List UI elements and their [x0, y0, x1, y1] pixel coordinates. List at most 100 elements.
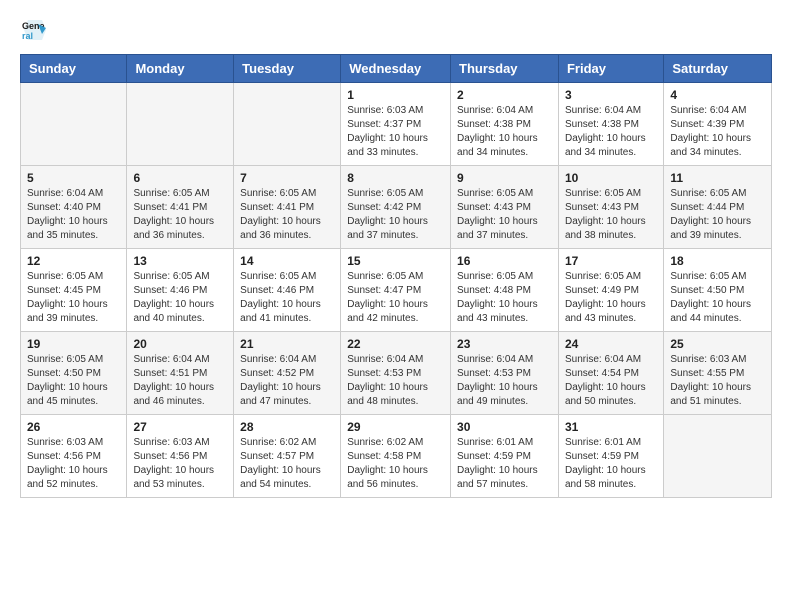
calendar-cell: 9 Sunrise: 6:05 AM Sunset: 4:43 PM Daylig…: [451, 166, 559, 249]
day-number: 17: [565, 254, 657, 268]
day-info: Sunrise: 6:05 AM Sunset: 4:50 PM Dayligh…: [670, 270, 765, 326]
calendar-cell: [127, 83, 234, 166]
day-header-wednesday: Wednesday: [341, 55, 451, 83]
day-number: 12: [27, 254, 120, 268]
calendar-cell: 4 Sunrise: 6:04 AM Sunset: 4:39 PM Daylig…: [664, 83, 772, 166]
calendar-cell: 1Sunrise: 6:03 AM Sunset: 4:37 PM Daylig…: [341, 83, 451, 166]
day-number: 26: [27, 420, 120, 434]
day-header-monday: Monday: [127, 55, 234, 83]
day-info: Sunrise: 6:05 AM Sunset: 4:48 PM Dayligh…: [457, 270, 552, 326]
week-row-4: 19 Sunrise: 6:05 AM Sunset: 4:50 PM Dayli…: [21, 332, 772, 415]
calendar-cell: 31 Sunrise: 6:01 AM Sunset: 4:59 PM Dayli…: [558, 415, 663, 498]
day-number: 1: [347, 88, 444, 102]
calendar-cell: 19 Sunrise: 6:05 AM Sunset: 4:50 PM Dayli…: [21, 332, 127, 415]
calendar-cell: 13 Sunrise: 6:05 AM Sunset: 4:46 PM Dayli…: [127, 249, 234, 332]
week-row-5: 26 Sunrise: 6:03 AM Sunset: 4:56 PM Dayli…: [21, 415, 772, 498]
day-number: 8: [347, 171, 444, 185]
day-info: Sunrise: 6:03 AM Sunset: 4:56 PM Dayligh…: [27, 436, 120, 492]
day-info: Sunrise: 6:05 AM Sunset: 4:46 PM Dayligh…: [240, 270, 334, 326]
calendar-cell: 16 Sunrise: 6:05 AM Sunset: 4:48 PM Dayli…: [451, 249, 559, 332]
day-number: 13: [133, 254, 227, 268]
logo: Gene ral: [20, 16, 52, 44]
day-number: 4: [670, 88, 765, 102]
calendar-cell: 29Sunrise: 6:02 AM Sunset: 4:58 PM Dayli…: [341, 415, 451, 498]
calendar-cell: [21, 83, 127, 166]
calendar-cell: 17 Sunrise: 6:05 AM Sunset: 4:49 PM Dayli…: [558, 249, 663, 332]
day-info: Sunrise: 6:01 AM Sunset: 4:59 PM Dayligh…: [457, 436, 552, 492]
day-info: Sunrise: 6:04 AM Sunset: 4:51 PM Dayligh…: [133, 353, 227, 409]
day-number: 25: [670, 337, 765, 351]
day-header-thursday: Thursday: [451, 55, 559, 83]
calendar-cell: 22 Sunrise: 6:04 AM Sunset: 4:53 PM Dayli…: [341, 332, 451, 415]
day-number: 15: [347, 254, 444, 268]
calendar-cell: 2Sunrise: 6:04 AM Sunset: 4:38 PM Daylig…: [451, 83, 559, 166]
day-number: 31: [565, 420, 657, 434]
day-number: 24: [565, 337, 657, 351]
day-info: Sunrise: 6:05 AM Sunset: 4:46 PM Dayligh…: [133, 270, 227, 326]
calendar-cell: 6 Sunrise: 6:05 AM Sunset: 4:41 PM Daylig…: [127, 166, 234, 249]
svg-text:ral: ral: [22, 31, 33, 41]
week-row-1: 1Sunrise: 6:03 AM Sunset: 4:37 PM Daylig…: [21, 83, 772, 166]
day-number: 30: [457, 420, 552, 434]
day-info: Sunrise: 6:04 AM Sunset: 4:40 PM Dayligh…: [27, 187, 120, 243]
day-info: Sunrise: 6:02 AM Sunset: 4:58 PM Dayligh…: [347, 436, 444, 492]
day-info: Sunrise: 6:05 AM Sunset: 4:42 PM Dayligh…: [347, 187, 444, 243]
calendar-cell: 18Sunrise: 6:05 AM Sunset: 4:50 PM Dayli…: [664, 249, 772, 332]
day-info: Sunrise: 6:05 AM Sunset: 4:49 PM Dayligh…: [565, 270, 657, 326]
day-number: 19: [27, 337, 120, 351]
day-info: Sunrise: 6:05 AM Sunset: 4:43 PM Dayligh…: [457, 187, 552, 243]
day-number: 22: [347, 337, 444, 351]
day-number: 2: [457, 88, 552, 102]
day-info: Sunrise: 6:04 AM Sunset: 4:53 PM Dayligh…: [347, 353, 444, 409]
day-number: 21: [240, 337, 334, 351]
day-info: Sunrise: 6:01 AM Sunset: 4:59 PM Dayligh…: [565, 436, 657, 492]
week-row-2: 5 Sunrise: 6:04 AM Sunset: 4:40 PM Daylig…: [21, 166, 772, 249]
calendar-cell: [664, 415, 772, 498]
calendar-cell: 27 Sunrise: 6:03 AM Sunset: 4:56 PM Dayli…: [127, 415, 234, 498]
calendar-cell: 30 Sunrise: 6:01 AM Sunset: 4:59 PM Dayli…: [451, 415, 559, 498]
day-info: Sunrise: 6:05 AM Sunset: 4:47 PM Dayligh…: [347, 270, 444, 326]
calendar-cell: 28Sunrise: 6:02 AM Sunset: 4:57 PM Dayli…: [234, 415, 341, 498]
day-info: Sunrise: 6:05 AM Sunset: 4:43 PM Dayligh…: [565, 187, 657, 243]
day-info: Sunrise: 6:04 AM Sunset: 4:53 PM Dayligh…: [457, 353, 552, 409]
day-info: Sunrise: 6:05 AM Sunset: 4:41 PM Dayligh…: [133, 187, 227, 243]
day-number: 11: [670, 171, 765, 185]
day-number: 20: [133, 337, 227, 351]
day-info: Sunrise: 6:04 AM Sunset: 4:54 PM Dayligh…: [565, 353, 657, 409]
day-number: 7: [240, 171, 334, 185]
calendar-cell: 14 Sunrise: 6:05 AM Sunset: 4:46 PM Dayli…: [234, 249, 341, 332]
day-number: 27: [133, 420, 227, 434]
day-number: 14: [240, 254, 334, 268]
day-info: Sunrise: 6:03 AM Sunset: 4:56 PM Dayligh…: [133, 436, 227, 492]
calendar-cell: 5 Sunrise: 6:04 AM Sunset: 4:40 PM Daylig…: [21, 166, 127, 249]
header: Gene ral: [20, 16, 772, 44]
calendar-cell: 26 Sunrise: 6:03 AM Sunset: 4:56 PM Dayli…: [21, 415, 127, 498]
calendar-cell: 11Sunrise: 6:05 AM Sunset: 4:44 PM Dayli…: [664, 166, 772, 249]
day-number: 5: [27, 171, 120, 185]
calendar-cell: 15 Sunrise: 6:05 AM Sunset: 4:47 PM Dayli…: [341, 249, 451, 332]
day-info: Sunrise: 6:02 AM Sunset: 4:57 PM Dayligh…: [240, 436, 334, 492]
day-info: Sunrise: 6:05 AM Sunset: 4:50 PM Dayligh…: [27, 353, 120, 409]
day-number: 16: [457, 254, 552, 268]
calendar-cell: 3Sunrise: 6:04 AM Sunset: 4:38 PM Daylig…: [558, 83, 663, 166]
day-number: 23: [457, 337, 552, 351]
calendar-table: SundayMondayTuesdayWednesdayThursdayFrid…: [20, 54, 772, 498]
day-info: Sunrise: 6:04 AM Sunset: 4:38 PM Dayligh…: [565, 104, 657, 160]
calendar-cell: 8 Sunrise: 6:05 AM Sunset: 4:42 PM Daylig…: [341, 166, 451, 249]
calendar-cell: 10 Sunrise: 6:05 AM Sunset: 4:43 PM Dayli…: [558, 166, 663, 249]
calendar-cell: 20 Sunrise: 6:04 AM Sunset: 4:51 PM Dayli…: [127, 332, 234, 415]
day-number: 9: [457, 171, 552, 185]
calendar-cell: 7 Sunrise: 6:05 AM Sunset: 4:41 PM Daylig…: [234, 166, 341, 249]
day-info: Sunrise: 6:05 AM Sunset: 4:45 PM Dayligh…: [27, 270, 120, 326]
day-info: Sunrise: 6:03 AM Sunset: 4:55 PM Dayligh…: [670, 353, 765, 409]
calendar-cell: 25 Sunrise: 6:03 AM Sunset: 4:55 PM Dayli…: [664, 332, 772, 415]
day-info: Sunrise: 6:04 AM Sunset: 4:39 PM Dayligh…: [670, 104, 765, 160]
day-number: 6: [133, 171, 227, 185]
day-header-sunday: Sunday: [21, 55, 127, 83]
day-info: Sunrise: 6:05 AM Sunset: 4:41 PM Dayligh…: [240, 187, 334, 243]
week-row-3: 12 Sunrise: 6:05 AM Sunset: 4:45 PM Dayli…: [21, 249, 772, 332]
day-header-friday: Friday: [558, 55, 663, 83]
day-number: 10: [565, 171, 657, 185]
day-info: Sunrise: 6:04 AM Sunset: 4:52 PM Dayligh…: [240, 353, 334, 409]
day-header-tuesday: Tuesday: [234, 55, 341, 83]
